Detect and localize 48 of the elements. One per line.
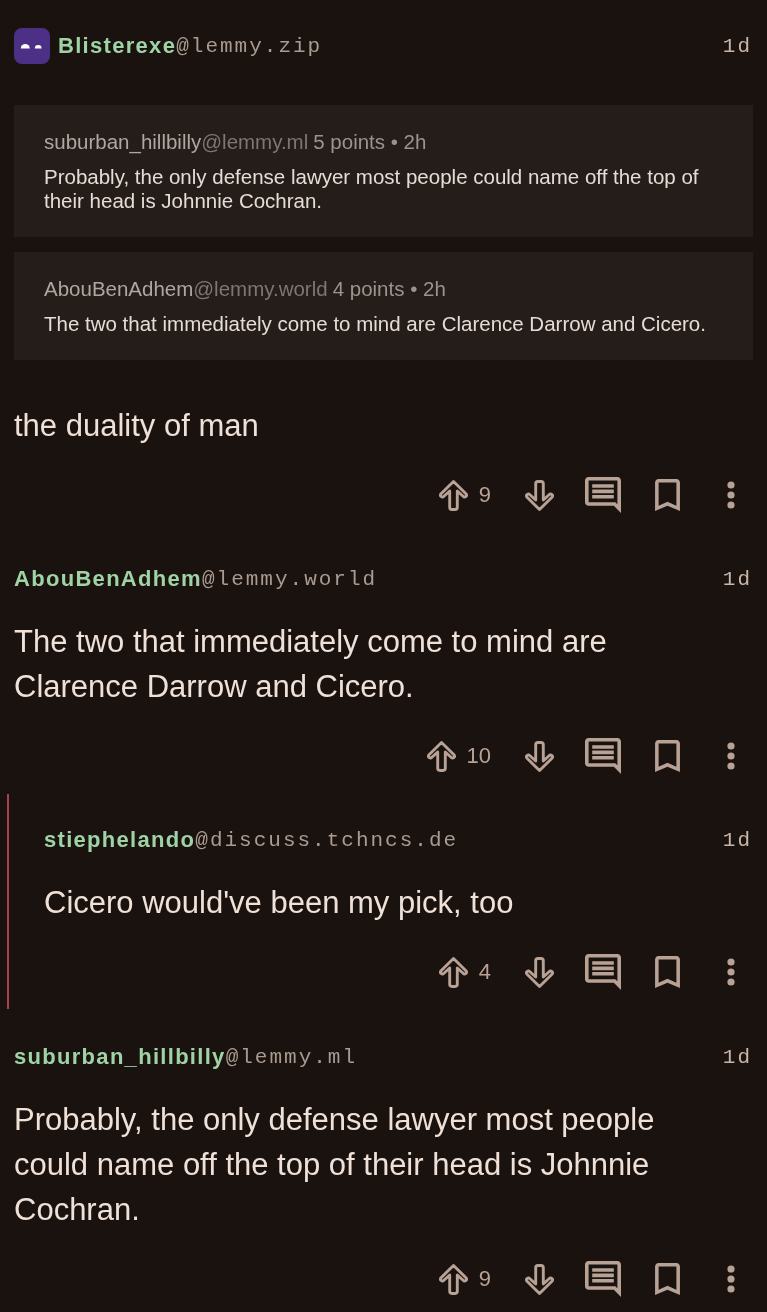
bookmark-icon — [654, 479, 680, 511]
more-vertical-icon — [727, 742, 735, 770]
upvote-button[interactable]: 9 — [431, 1255, 497, 1303]
comment-icon — [585, 954, 621, 990]
bookmark-icon — [654, 1263, 680, 1295]
more-vertical-icon — [727, 958, 735, 986]
instance-name: @lemmy.zip — [176, 34, 323, 58]
comment-icon — [585, 1261, 621, 1297]
instance-name: @discuss.tchncs.de — [195, 828, 459, 852]
upvote-button[interactable]: 9 — [431, 471, 497, 519]
comment-age: 1d — [722, 1045, 753, 1069]
arrow-up-icon — [425, 740, 457, 772]
arrow-down-icon — [523, 479, 555, 511]
quote-text: The two that immediately come to mind are Clarence Darrow and Cicero. — [44, 312, 707, 336]
comment-text: The two that immediately come to mind are Clarence Darrow and Cicero. — [14, 623, 608, 706]
upvote-button[interactable]: 4 — [431, 948, 497, 996]
upvote-button[interactable]: 10 — [419, 732, 497, 780]
username-link[interactable]: stiephelando — [44, 827, 196, 853]
quote-text: Probably, the only defense lawyer most people could name off the top of their head is Johnnie Cochran. — [44, 165, 700, 213]
comment-age: 1d — [722, 34, 753, 58]
quote-instance: @lemmy.world — [193, 277, 328, 301]
arrow-down-icon — [523, 740, 555, 772]
more-vertical-icon — [727, 481, 735, 509]
arrow-down-icon — [523, 956, 555, 988]
bookmark-icon — [654, 740, 680, 772]
more-vertical-icon — [727, 1265, 735, 1293]
username-link[interactable]: AbouBenAdhem — [14, 566, 202, 592]
arrow-up-icon — [437, 479, 469, 511]
quote-meta: 4 points • 2h — [332, 277, 446, 301]
bookmark-icon — [654, 956, 680, 988]
username-link[interactable]: Blisterexe — [58, 33, 177, 59]
comment-icon — [585, 738, 621, 774]
comment-text: Cicero would've been my pick, too — [44, 884, 515, 922]
instance-name: @lemmy.ml — [225, 1045, 358, 1069]
comment-age: 1d — [722, 828, 753, 852]
username-link[interactable]: suburban_hillbilly — [14, 1044, 226, 1070]
arrow-up-icon — [437, 956, 469, 988]
quote-author: AbouBenAdhem — [44, 277, 194, 301]
arrow-up-icon — [437, 1263, 469, 1295]
comment-text: Probably, the only defense lawyer most people could name off the top of their head is Johnnie Cochran. — [14, 1101, 656, 1229]
quote-instance: @lemmy.ml — [201, 130, 309, 153]
quote-author: suburban_hillbilly — [44, 130, 202, 154]
comment-age: 1d — [722, 567, 753, 591]
instance-name: @lemmy.world — [201, 567, 378, 591]
comment-icon — [585, 477, 621, 513]
quote-meta: 5 points • 2h — [313, 130, 427, 154]
arrow-down-icon — [523, 1263, 555, 1295]
comment-text: the duality of man — [14, 407, 260, 445]
